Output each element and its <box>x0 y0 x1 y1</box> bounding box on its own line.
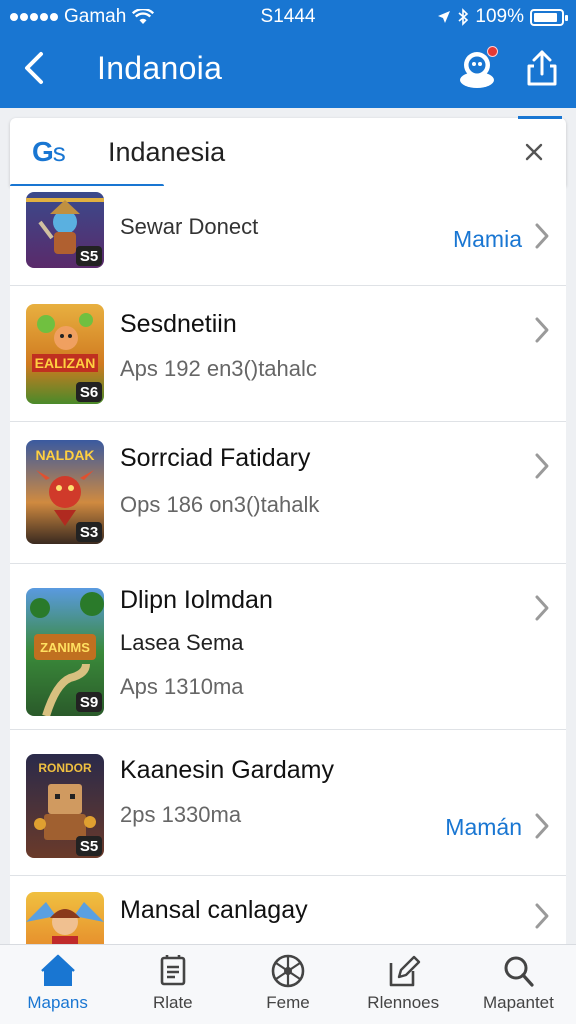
game-badge: S5 <box>80 248 98 265</box>
game-badge: S5 <box>80 838 98 855</box>
list-item[interactable]: ZANIMS S9 Dlipn Iolmdan Lasea Sema Aps 1… <box>10 564 566 730</box>
nav-item-rlennoes[interactable]: Rlennoes <box>346 945 461 1024</box>
row-title: Sewar Donect <box>120 214 259 239</box>
row-title: Dlipn Iolmdan <box>120 586 273 614</box>
battery-percent: 109% <box>475 6 524 27</box>
bluetooth-icon <box>458 8 469 26</box>
animals-game-icon: ZANIMS S9 <box>26 588 104 716</box>
search-input[interactable] <box>106 132 486 172</box>
status-bar: Gamah S1444 109% <box>0 0 576 34</box>
nav-item-feme[interactable]: Feme <box>230 945 345 1024</box>
block-hero-game-icon: RONDOR S5 <box>26 754 104 858</box>
row-action-link[interactable]: Mamán <box>445 814 522 841</box>
close-icon <box>525 143 543 161</box>
row-action-link[interactable]: Mamia <box>453 226 522 253</box>
search-icon <box>504 956 535 987</box>
nav-item-mapantet[interactable]: Mapantet <box>461 945 576 1024</box>
nav-item-rlate[interactable]: Rlate <box>115 945 230 1024</box>
list-item[interactable]: Mansal canlagay <box>10 876 566 944</box>
gs-logo: Gs <box>32 136 66 168</box>
games-wheel-icon <box>271 954 305 988</box>
nav-label: Rlate <box>152 993 193 1012</box>
game-art-title: EALIZAN <box>35 355 96 371</box>
nav-label: Rlennoes <box>367 993 440 1012</box>
game-art-title: RONDOR <box>38 761 92 775</box>
results-list: S5 Sewar Donect Mamia EALIZAN S6 Sesdnet… <box>10 186 566 944</box>
hero-girl-game-icon <box>26 892 104 944</box>
share-button[interactable] <box>522 46 562 90</box>
tab-indicator-right <box>518 116 562 119</box>
account-button[interactable] <box>456 46 502 90</box>
bottom-nav: Mapans Rlate Feme Rlennoes Mapantet <box>0 944 576 1024</box>
edit-icon <box>389 955 421 987</box>
game-badge: S6 <box>80 384 98 401</box>
row-title: Sorrciad Fatidary <box>120 444 311 472</box>
nav-item-home[interactable]: Mapans <box>0 945 115 1024</box>
location-arrow-icon <box>438 11 451 23</box>
list-item[interactable]: RONDOR S5 Kaanesin Gardamy 2ps 1330ma Ma… <box>10 730 566 876</box>
logo-letter-s: s <box>52 137 66 167</box>
game-badge: S9 <box>80 694 98 711</box>
row-subtitle: Aps 192 en3()tahalc <box>120 356 317 381</box>
row-subtitle: Lasea Sema <box>120 630 244 655</box>
list-item[interactable]: EALIZAN S6 Sesdnetiin Aps 192 en3()tahal… <box>10 286 566 422</box>
row-title: Kaanesin Gardamy <box>120 756 335 784</box>
row-title: Mansal canlagay <box>120 896 308 924</box>
game-badge: S3 <box>80 524 98 541</box>
chevron-right-icon <box>535 903 549 929</box>
back-button[interactable] <box>16 48 52 88</box>
notification-dot <box>487 46 498 57</box>
chevron-right-icon <box>535 223 549 249</box>
chevron-right-icon <box>535 813 549 839</box>
status-right: 109% <box>437 6 568 28</box>
row-title: Sesdnetiin <box>120 310 237 338</box>
battery-level-fill <box>534 12 557 22</box>
list-item[interactable]: S5 Sewar Donect Mamia <box>10 186 566 286</box>
chevron-right-icon <box>535 595 549 621</box>
nav-label: Feme <box>266 993 310 1012</box>
dragon-game-icon: NALDAK S3 <box>26 440 104 544</box>
page-title: Indanoia <box>97 50 223 86</box>
row-subtitle: 2ps 1330ma <box>120 802 242 827</box>
nav-label: Mapans <box>27 993 88 1012</box>
logo-letter-g: G <box>32 136 54 167</box>
clear-search-button[interactable] <box>516 134 552 170</box>
search-bar: Gs <box>10 116 566 188</box>
chevron-right-icon <box>535 317 549 343</box>
document-icon <box>160 955 186 986</box>
share-icon <box>527 50 557 86</box>
chevron-right-icon <box>535 453 549 479</box>
battery-icon <box>530 8 568 26</box>
app-header: Gamah S1444 109% Indanoia <box>0 0 576 108</box>
row-subtitle: Ops 186 on3()tahalk <box>120 492 320 517</box>
nav-label: Mapantet <box>482 993 554 1012</box>
game-art-title: NALDAK <box>35 447 94 463</box>
game-art-title: ZANIMS <box>40 640 90 655</box>
home-icon <box>40 954 75 986</box>
row-meta: Aps 1310ma <box>120 674 244 699</box>
list-item[interactable]: NALDAK S3 Sorrciad Fatidary Ops 186 on3(… <box>10 422 566 564</box>
adventure-game-icon: EALIZAN S6 <box>26 304 104 404</box>
chevron-left-icon <box>25 52 43 84</box>
warrior-game-icon: S5 <box>26 192 104 268</box>
